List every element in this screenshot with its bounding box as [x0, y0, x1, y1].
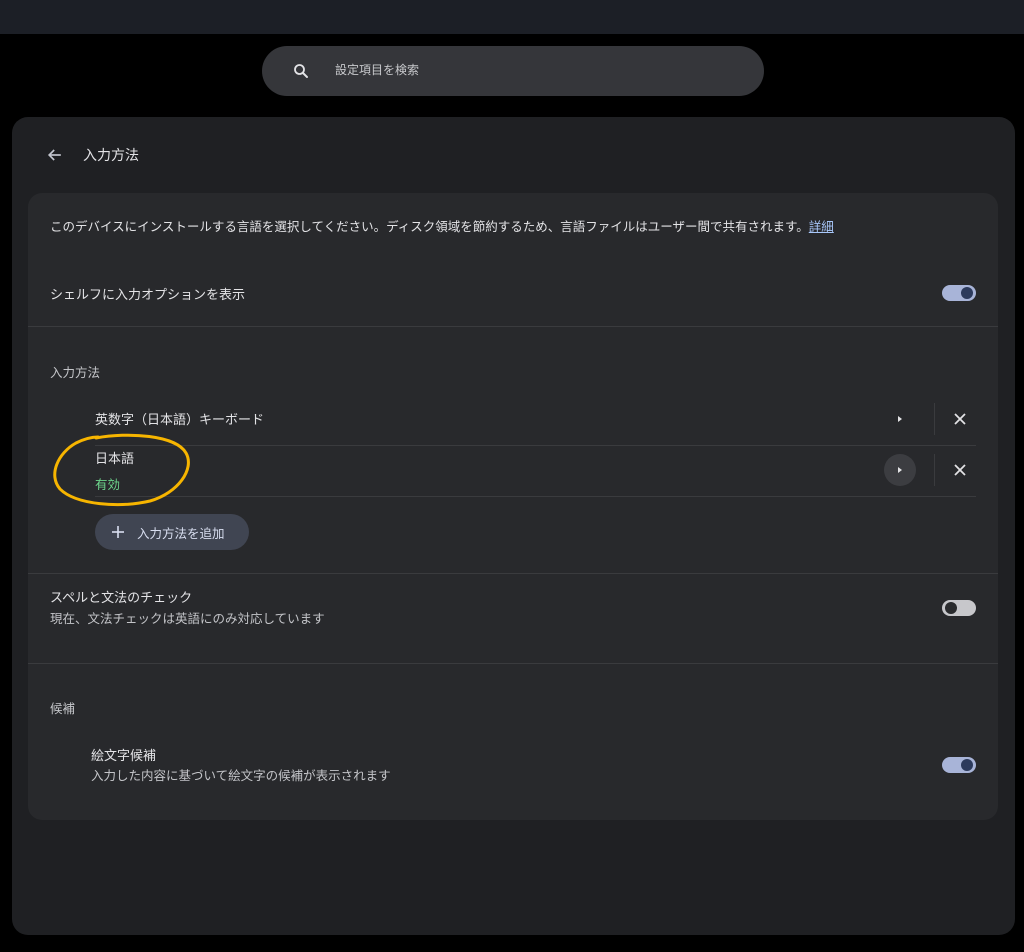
back-arrow-icon[interactable] [45, 145, 65, 165]
description-text: このデバイスにインストールする言語を選択してください。ディスク領域を節約するため… [50, 219, 809, 234]
spell-check-toggle[interactable] [942, 600, 976, 616]
learn-more-link[interactable]: 詳細 [809, 219, 834, 234]
chevron-right-icon [898, 467, 902, 473]
separator [934, 403, 935, 435]
settings-panel: 入力方法 このデバイスにインストールする言語を選択してください。ディスク領域を節… [12, 117, 1015, 935]
remove-input-method-button[interactable] [948, 458, 972, 482]
plus-icon [112, 526, 124, 538]
search-box[interactable]: 設定項目を検索 [262, 46, 764, 96]
close-icon [954, 413, 966, 425]
input-method-settings-button[interactable] [884, 403, 916, 435]
search-icon [294, 64, 308, 78]
chevron-right-icon [898, 416, 902, 422]
close-icon [954, 464, 966, 476]
suggestions-section-title: 候補 [50, 701, 76, 716]
spell-check-label: スペルと文法のチェック [50, 591, 193, 606]
shelf-option-label: シェルフに入力オプションを表示 [50, 288, 246, 303]
spell-check-sublabel: 現在、文法チェックは英語にのみ対応しています [50, 611, 325, 626]
add-input-method-label: 入力方法を追加 [137, 525, 225, 541]
emoji-suggestions-label: 絵文字候補 [91, 749, 157, 764]
remove-input-method-button[interactable] [948, 407, 972, 431]
divider [28, 663, 998, 664]
add-input-method-button[interactable]: 入力方法を追加 [95, 514, 249, 550]
divider [28, 326, 998, 327]
search-input[interactable]: 設定項目を検索 [335, 61, 419, 78]
divider [95, 496, 976, 497]
input-method-name: 英数字（日本語）キーボード [95, 413, 265, 428]
divider [95, 445, 976, 446]
page-title: 入力方法 [83, 148, 139, 164]
page-header: 入力方法 [45, 143, 139, 167]
emoji-suggestions-toggle[interactable] [942, 757, 976, 773]
shelf-option-toggle[interactable] [942, 285, 976, 301]
separator [934, 454, 935, 486]
input-method-settings-button[interactable] [884, 454, 916, 486]
divider [28, 573, 998, 574]
emoji-suggestions-sublabel: 入力した内容に基づいて絵文字の候補が表示されます [91, 768, 391, 783]
highlight-annotation [53, 433, 190, 507]
top-bar [0, 0, 1024, 34]
input-methods-section-title: 入力方法 [50, 365, 101, 380]
description: このデバイスにインストールする言語を選択してください。ディスク領域を節約するため… [50, 216, 834, 235]
